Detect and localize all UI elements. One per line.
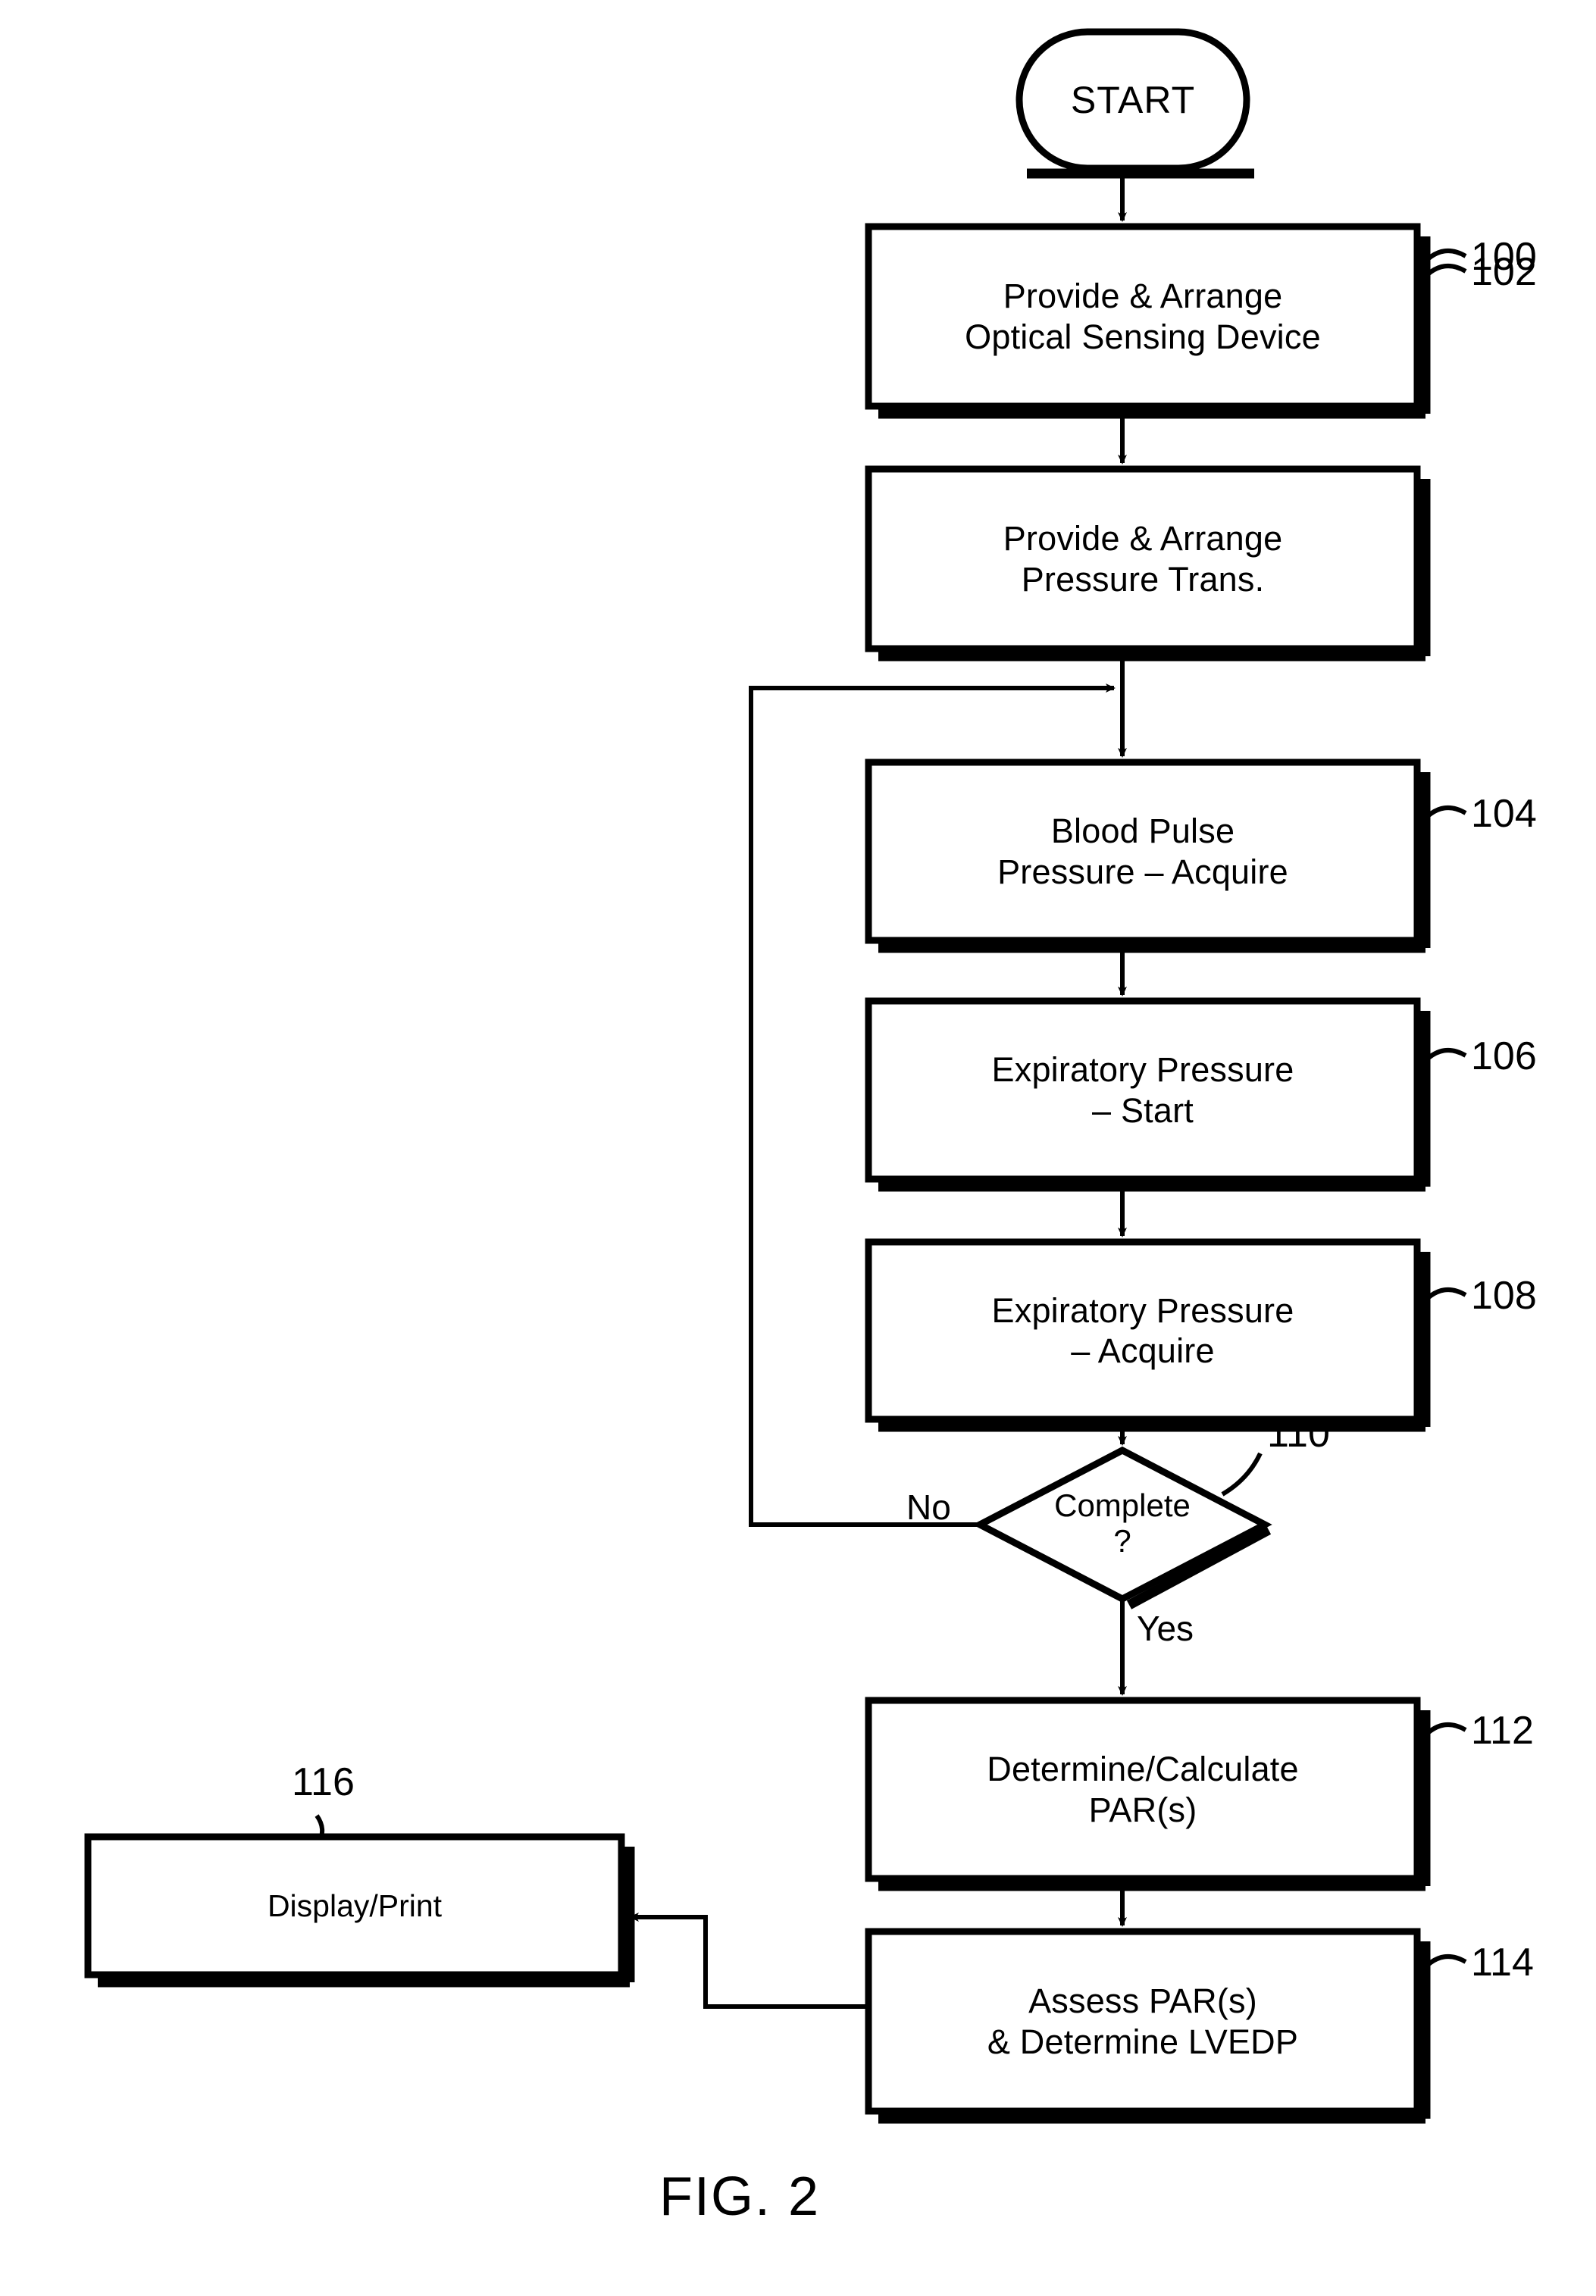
leader-110 [1221, 1452, 1263, 1497]
box-100 [865, 223, 1421, 410]
figure-caption: FIG. 2 [659, 2166, 821, 2227]
box-116 [84, 1833, 625, 1979]
ref-numeral-102: 102 [1471, 250, 1537, 294]
ref-numeral-104: 104 [1471, 792, 1537, 836]
ref-numeral-114: 114 [1471, 1941, 1534, 1985]
box-106 [865, 997, 1421, 1183]
box-108 [865, 1238, 1421, 1423]
diamond-110 [972, 1446, 1272, 1603]
box-104 [865, 759, 1421, 944]
box-102 [865, 465, 1421, 652]
box-114 [865, 1928, 1421, 2115]
ref-numeral-116: 116 [292, 1760, 355, 1804]
ref-numeral-110: 110 [1267, 1412, 1330, 1456]
branch-label-yes: Yes [1137, 1609, 1194, 1648]
box-112 [865, 1697, 1421, 1882]
ref-numeral-106: 106 [1471, 1034, 1537, 1078]
branch-label-no: No [906, 1487, 951, 1527]
flowchart-canvas [84, 28, 1467, 2124]
ref-numeral-108: 108 [1471, 1274, 1537, 1318]
ref-numeral-112: 112 [1471, 1709, 1534, 1753]
patent-figure: START Provide & Arrange Optical Sensing … [0, 0, 1596, 2296]
connector-114-to-116 [629, 1913, 865, 2009]
start-terminator [1015, 28, 1250, 172]
